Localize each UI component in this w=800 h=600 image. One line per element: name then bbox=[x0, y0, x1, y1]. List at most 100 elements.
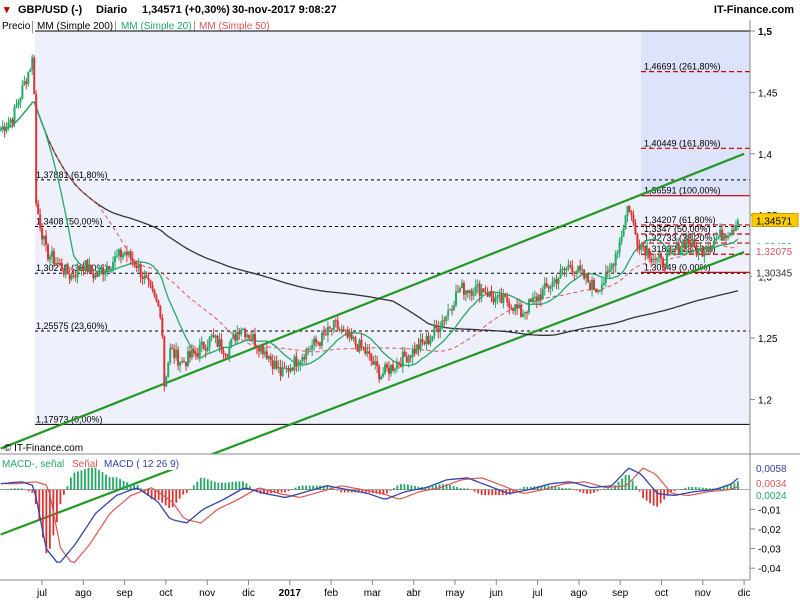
candle-body bbox=[244, 328, 247, 338]
x-tick-label: mar bbox=[364, 588, 382, 599]
candle-body bbox=[673, 249, 676, 251]
candle-body bbox=[510, 307, 513, 309]
candle-body bbox=[212, 335, 215, 338]
candle-body bbox=[206, 346, 209, 351]
candle-body bbox=[608, 269, 611, 272]
candle-body bbox=[275, 360, 278, 369]
x-tick-label: oct bbox=[655, 588, 669, 599]
macd-histogram-bar bbox=[59, 489, 62, 505]
candle-body bbox=[190, 350, 193, 358]
candle-body bbox=[474, 285, 477, 295]
fib-label: 1,37881 (61,80%) bbox=[36, 170, 108, 180]
candle-body bbox=[88, 264, 91, 273]
macd-histogram-bar bbox=[449, 485, 451, 490]
candle-body bbox=[433, 326, 436, 337]
candle-body bbox=[658, 255, 661, 258]
candle-body bbox=[555, 279, 558, 284]
candle-body bbox=[723, 235, 726, 241]
macd-legend-signal[interactable]: MACD-, señal bbox=[2, 459, 64, 470]
macd-histogram-bar bbox=[301, 485, 304, 490]
macd-histogram-bar bbox=[161, 489, 164, 503]
candle-body bbox=[208, 336, 211, 347]
y-tick-label: 1,2 bbox=[758, 395, 772, 406]
candle-body bbox=[330, 328, 333, 330]
candle-body bbox=[665, 253, 668, 269]
candle-body bbox=[52, 251, 55, 265]
macd-y-tick-label: -0,02 bbox=[758, 525, 781, 536]
x-tick-label: abr bbox=[406, 588, 421, 599]
candle-body bbox=[340, 329, 343, 331]
candle-body bbox=[634, 222, 637, 235]
macd-histogram-bar bbox=[112, 477, 114, 490]
macd-histogram-bar bbox=[206, 479, 209, 490]
macd-histogram-bar bbox=[494, 489, 497, 496]
candle-body bbox=[397, 362, 400, 365]
candle-body bbox=[228, 346, 231, 358]
macd-histogram-bar bbox=[280, 489, 283, 493]
candle-body bbox=[364, 347, 367, 354]
x-tick-label: jul bbox=[532, 588, 543, 599]
candle-body bbox=[606, 271, 609, 273]
macd-histogram-bar bbox=[129, 484, 132, 490]
candle-body bbox=[573, 272, 576, 274]
macd-legend-macd[interactable]: MACD ( 12 26 9) bbox=[104, 459, 179, 470]
candle-body bbox=[638, 246, 641, 250]
candle-body bbox=[648, 248, 651, 259]
macd-histogram-bar bbox=[698, 487, 701, 490]
candle-body bbox=[348, 332, 351, 338]
candle-body bbox=[583, 269, 586, 279]
candle-body bbox=[17, 102, 20, 106]
macd-histogram-bar bbox=[593, 489, 595, 493]
candle-body bbox=[322, 332, 325, 335]
candle-body bbox=[423, 342, 426, 344]
candle-body bbox=[283, 367, 286, 369]
candle-body bbox=[729, 233, 732, 236]
candle-body bbox=[368, 351, 371, 354]
candle-body bbox=[518, 304, 521, 309]
macd-histogram-bar bbox=[126, 482, 128, 490]
price-chart[interactable]: 1,37881 (61,80%)1,3408 (50,00%)1,30278 (… bbox=[0, 0, 800, 600]
candle-body bbox=[663, 267, 666, 269]
candle-body bbox=[48, 256, 51, 260]
candle-body bbox=[1, 126, 4, 130]
macd-histogram-bar bbox=[70, 477, 72, 490]
x-tick-label: nov bbox=[695, 588, 711, 599]
macd-histogram-bar bbox=[199, 477, 202, 490]
macd-histogram-bar bbox=[277, 489, 279, 493]
candle-body bbox=[378, 366, 381, 380]
candle-body bbox=[15, 105, 18, 108]
candle-body bbox=[188, 351, 191, 358]
macd-legend-senal[interactable]: Señal bbox=[72, 459, 98, 470]
candle-body bbox=[567, 264, 570, 269]
candle-body bbox=[98, 269, 101, 277]
candle-body bbox=[561, 268, 564, 270]
candle-body bbox=[443, 320, 446, 322]
y-tick-label: 1,5 bbox=[758, 27, 772, 38]
candle-body bbox=[110, 268, 113, 270]
fib-projection-label: 1,40449 (161,80%) bbox=[644, 138, 721, 148]
candle-body bbox=[596, 290, 599, 293]
y-tick-label: 1,25 bbox=[758, 334, 778, 345]
macd-histogram-bar bbox=[645, 489, 648, 501]
macd-y-tick-label: -0,04 bbox=[758, 564, 781, 575]
candle-body bbox=[719, 229, 722, 238]
candle-body bbox=[697, 249, 700, 256]
candle-body bbox=[119, 249, 122, 258]
candle-body bbox=[141, 277, 144, 279]
candle-body bbox=[685, 238, 688, 248]
candle-body bbox=[539, 294, 542, 300]
candle-body bbox=[336, 320, 339, 330]
candle-body bbox=[384, 364, 387, 374]
candle-body bbox=[265, 351, 268, 359]
macd-histogram-bar bbox=[31, 489, 34, 493]
candle-body bbox=[269, 356, 272, 361]
candle-body bbox=[346, 329, 349, 338]
candle-body bbox=[458, 288, 461, 292]
candle-body bbox=[512, 307, 515, 312]
candle-body bbox=[23, 81, 26, 86]
macd-histogram-bar bbox=[196, 481, 199, 490]
x-tick-label: ago bbox=[75, 588, 92, 599]
candle-body bbox=[478, 283, 481, 296]
candle-body bbox=[145, 275, 148, 279]
macd-histogram-bar bbox=[473, 489, 476, 492]
